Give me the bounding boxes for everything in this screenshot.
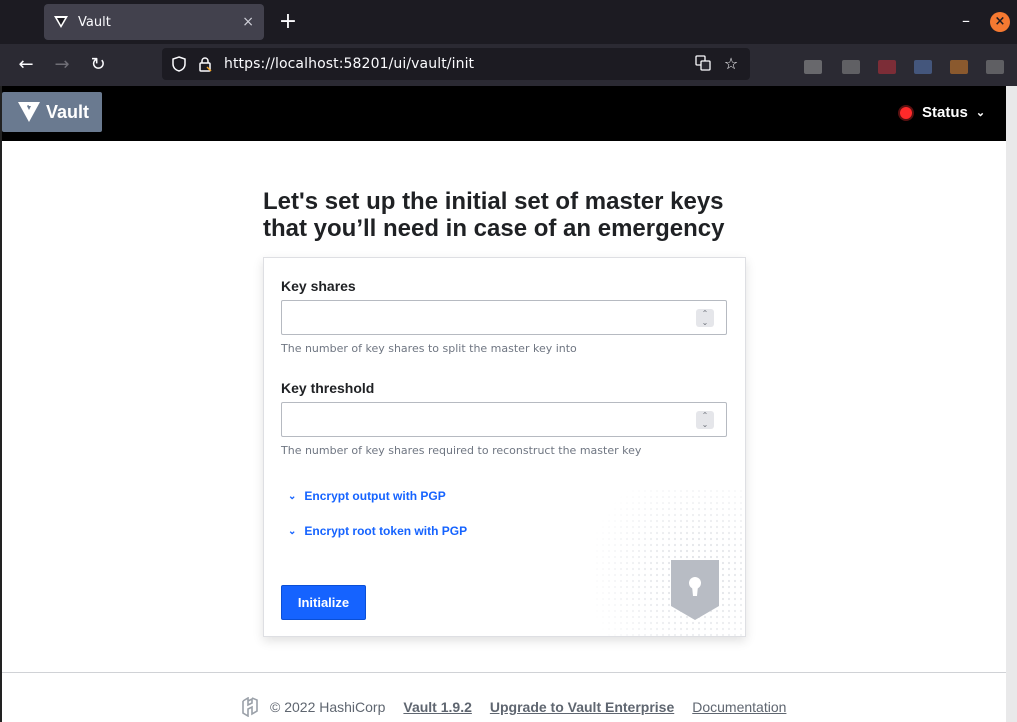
vault-logo[interactable]: Vault [2, 92, 102, 132]
chevron-down-icon: ⌄ [975, 107, 986, 119]
encrypt-root-token-pgp-label: Encrypt root token with PGP [304, 524, 468, 538]
extension-icon[interactable] [878, 60, 896, 74]
extension-icon[interactable] [914, 60, 932, 74]
shield-icon[interactable] [170, 55, 188, 73]
tab-close-icon[interactable]: × [242, 14, 254, 30]
page-title-line1: Let's set up the initial set of master k… [263, 188, 724, 215]
encrypt-output-pgp-label: Encrypt output with PGP [304, 489, 446, 503]
key-threshold-help: The number of key shares required to rec… [281, 444, 642, 457]
footer: © 2022 HashiCorp Vault 1.9.2 Upgrade to … [240, 697, 786, 717]
key-threshold-label: Key threshold [281, 380, 375, 396]
status-dot-icon [900, 106, 912, 119]
window-close-button[interactable]: × [990, 12, 1010, 32]
vault-header: Vault Status ⌄ [2, 86, 1006, 141]
key-threshold-input[interactable]: ⌃ ⌄ [281, 402, 727, 437]
status-label: Status [922, 104, 968, 121]
init-form-card: Key shares ⌃ ⌄ The number of key shares t… [263, 257, 746, 637]
key-shares-label: Key shares [281, 278, 356, 294]
extension-icon[interactable] [804, 60, 822, 74]
extension-icon[interactable] [986, 60, 1004, 74]
new-tab-button[interactable]: + [276, 8, 300, 36]
url-text[interactable]: https://localhost:58201/ui/vault/init [224, 56, 694, 72]
scrollbar[interactable] [1006, 86, 1017, 722]
bookmark-star-icon[interactable]: ☆ [722, 55, 740, 73]
keyhole-shield-decoration-icon [594, 488, 745, 636]
window-edge [0, 86, 2, 722]
browser-tab-bar: Vault × + – × [0, 0, 1017, 44]
lock-icon[interactable] [196, 55, 214, 73]
key-shares-input[interactable]: ⌃ ⌄ [281, 300, 727, 335]
key-shares-help: The number of key shares to split the ma… [281, 342, 577, 355]
key-shares-stepper-icon[interactable]: ⌃ ⌄ [696, 309, 714, 327]
hashicorp-logo-icon [242, 697, 258, 717]
page-title: Let's set up the initial set of master k… [263, 188, 743, 242]
initialize-button[interactable]: Initialize [281, 585, 366, 620]
page-title-line2: that you’ll need in case of an emergency [263, 215, 725, 242]
chevron-down-icon: ⌄ [288, 525, 297, 537]
encrypt-root-token-pgp-toggle[interactable]: ⌄ Encrypt root token with PGP [288, 524, 467, 538]
vault-version-link[interactable]: Vault 1.9.2 [403, 699, 471, 715]
tab-title: Vault [78, 14, 111, 30]
extension-icon[interactable] [950, 60, 968, 74]
address-bar[interactable]: https://localhost:58201/ui/vault/init ☆ [162, 48, 750, 80]
forward-arrow-icon[interactable]: → [50, 53, 74, 77]
footer-divider [2, 672, 1006, 673]
copyright-text: © 2022 HashiCorp [270, 699, 386, 715]
chevron-down-icon: ⌄ [288, 490, 297, 502]
translate-icon[interactable] [694, 55, 712, 73]
encrypt-output-pgp-toggle[interactable]: ⌄ Encrypt output with PGP [288, 489, 446, 503]
vault-logo-text: Vault [46, 101, 90, 122]
extension-icon[interactable] [842, 60, 860, 74]
status-menu[interactable]: Status ⌄ [900, 104, 985, 121]
vault-favicon-icon [54, 16, 68, 28]
key-threshold-stepper-icon[interactable]: ⌃ ⌄ [696, 411, 714, 429]
upgrade-enterprise-link[interactable]: Upgrade to Vault Enterprise [490, 699, 674, 715]
vault-triangle-icon [18, 102, 40, 122]
browser-nav-bar: ← → ↻ https://localhost:58201/ui/vault/i… [0, 44, 1017, 86]
browser-tab[interactable]: Vault × [44, 4, 264, 40]
documentation-link[interactable]: Documentation [692, 699, 786, 715]
minimize-button[interactable]: – [957, 12, 975, 30]
back-arrow-icon[interactable]: ← [14, 53, 38, 77]
reload-icon[interactable]: ↻ [86, 53, 110, 77]
